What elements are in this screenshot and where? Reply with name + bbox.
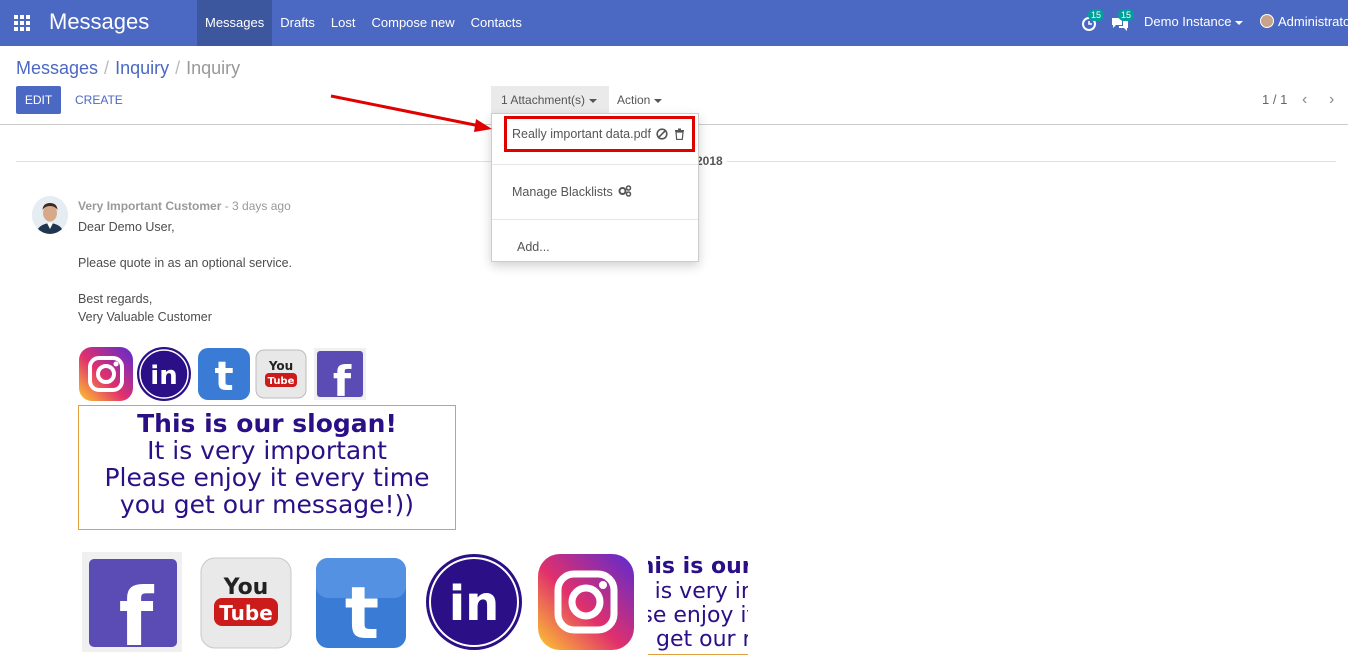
- annotation-arrow-icon: [330, 94, 492, 132]
